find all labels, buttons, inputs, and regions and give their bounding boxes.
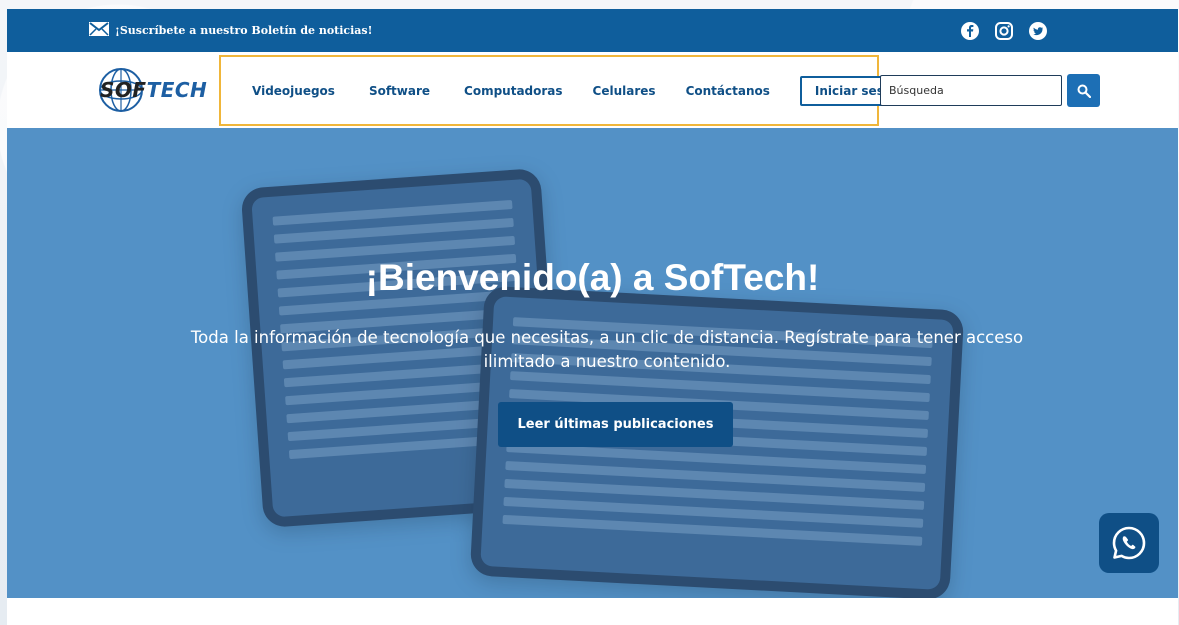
softech-logo[interactable]: SOFTECH <box>92 64 217 116</box>
nav-menu-highlight: Videojuegos Software Computadoras Celula… <box>219 55 920 126</box>
nav-link-videojuegos[interactable]: Videojuegos <box>252 84 335 98</box>
hero-banner: ¡Bienvenido(a) a SofTech! Toda la inform… <box>7 128 1178 598</box>
search-input[interactable] <box>880 75 1062 106</box>
search-form <box>880 74 1100 107</box>
main-navbar: SOFTECH Videojuegos Software Computadora… <box>7 52 1178 128</box>
nav-link-contactanos[interactable]: Contáctanos <box>686 84 770 98</box>
instagram-icon[interactable] <box>994 21 1014 41</box>
nav-link-software[interactable]: Software <box>369 84 430 98</box>
newsletter-link[interactable]: ¡Suscríbete a nuestro Boletín de noticia… <box>89 22 372 39</box>
top-bar: ¡Suscríbete a nuestro Boletín de noticia… <box>7 9 1178 52</box>
read-latest-posts-button[interactable]: Leer últimas publicaciones <box>498 402 733 447</box>
whatsapp-icon <box>1112 526 1146 560</box>
newsletter-label: ¡Suscríbete a nuestro Boletín de noticia… <box>115 24 373 37</box>
logo-tech: TECH <box>146 78 208 102</box>
search-button[interactable] <box>1067 74 1100 107</box>
hero-title: ¡Bienvenido(a) a SofTech! <box>365 257 820 298</box>
whatsapp-button[interactable] <box>1099 513 1159 573</box>
mail-icon <box>89 22 109 39</box>
browser-viewport: ¡Suscríbete a nuestro Boletín de noticia… <box>7 9 1178 625</box>
nav-link-celulares[interactable]: Celulares <box>593 84 656 98</box>
twitter-icon[interactable] <box>1028 21 1048 41</box>
facebook-icon[interactable] <box>960 21 980 41</box>
search-icon <box>1077 84 1091 98</box>
hero-subtitle: Toda la información de tecnología que ne… <box>190 328 1024 371</box>
logo-wordmark: SOFTECH <box>100 78 207 102</box>
nav-link-computadoras[interactable]: Computadoras <box>464 84 563 98</box>
logo-sof: SOF <box>100 78 147 102</box>
social-links <box>960 21 1048 41</box>
